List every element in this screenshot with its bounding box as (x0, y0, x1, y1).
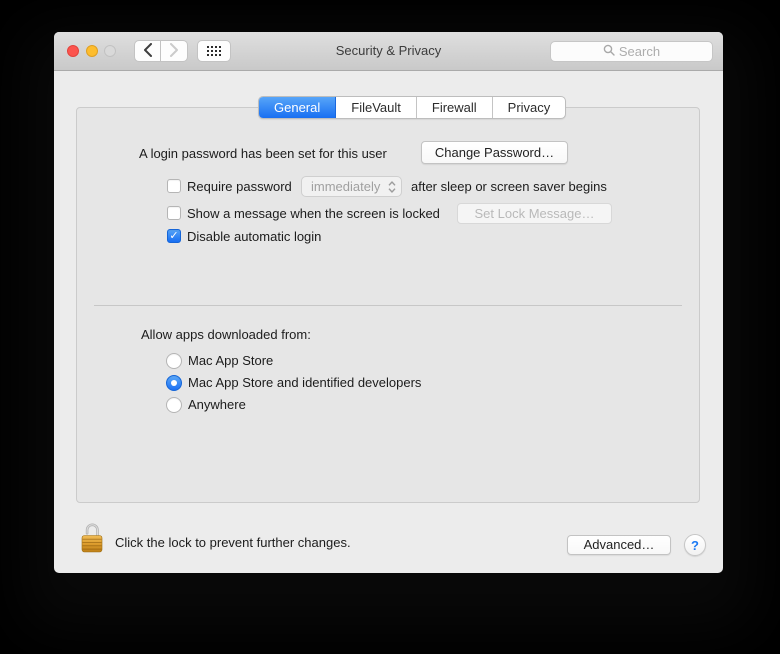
disable-auto-login-label[interactable]: Disable automatic login (187, 226, 321, 247)
require-password-row: Require password immediately after sleep… (77, 176, 699, 197)
close-button[interactable] (67, 45, 79, 57)
chevron-left-icon (143, 42, 153, 60)
sleep-delay-popup[interactable]: immediately (301, 176, 402, 197)
set-lock-message-button[interactable]: Set Lock Message… (457, 203, 612, 224)
password-status-label: A login password has been set for this u… (139, 146, 387, 161)
help-button[interactable]: ? (684, 534, 706, 556)
radio-mac-app-store-label[interactable]: Mac App Store (188, 353, 273, 369)
radio-anywhere[interactable] (166, 397, 182, 413)
search-placeholder: Search (618, 44, 661, 59)
gatekeeper-option-row: Anywhere (77, 397, 699, 413)
gatekeeper-option-row: Mac App Store (77, 353, 699, 369)
radio-anywhere-label[interactable]: Anywhere (188, 397, 246, 413)
show-message-checkbox[interactable] (167, 206, 181, 220)
general-pane: A login password has been set for this u… (76, 107, 700, 503)
chevron-right-icon (169, 42, 179, 60)
title-bar: Security & Privacy Search (54, 32, 723, 71)
popup-chevrons-icon (388, 180, 396, 193)
security-privacy-window: Security & Privacy Search General FileVa… (54, 32, 723, 573)
auto-login-row: ✓ Disable automatic login (77, 226, 699, 246)
radio-identified-developers[interactable] (166, 375, 182, 391)
nav-button-group (134, 40, 188, 62)
show-all-preferences-button[interactable] (197, 40, 231, 62)
disable-auto-login-checkbox[interactable]: ✓ (167, 229, 181, 243)
radio-mac-app-store[interactable] (166, 353, 182, 369)
require-password-label[interactable]: Require password (187, 176, 292, 197)
require-password-suffix-label: after sleep or screen saver begins (411, 179, 607, 194)
tab-privacy[interactable]: Privacy (493, 97, 566, 118)
grid-icon (207, 44, 221, 59)
gatekeeper-option-row: Mac App Store and identified developers (77, 375, 699, 391)
lock-hint-label: Click the lock to prevent further change… (115, 535, 351, 550)
back-button[interactable] (134, 40, 161, 62)
tab-general[interactable]: General (259, 97, 337, 118)
sleep-delay-value: immediately (311, 179, 381, 194)
section-divider (94, 305, 682, 306)
lock-message-row: Show a message when the screen is locked… (77, 203, 699, 224)
tab-bar: General FileVault Firewall Privacy (258, 96, 567, 119)
advanced-button[interactable]: Advanced… (567, 535, 671, 555)
checkmark-icon: ✓ (169, 230, 179, 242)
show-message-label[interactable]: Show a message when the screen is locked (187, 203, 440, 224)
radio-dot-icon (171, 380, 177, 386)
forward-button[interactable] (161, 40, 188, 62)
search-input[interactable]: Search (550, 41, 713, 62)
gatekeeper-heading: Allow apps downloaded from: (141, 327, 311, 342)
zoom-button-disabled[interactable] (104, 45, 116, 57)
tab-filevault[interactable]: FileVault (336, 97, 417, 118)
unlocked-lock-icon[interactable] (80, 522, 104, 556)
search-icon (603, 44, 615, 59)
change-password-button[interactable]: Change Password… (421, 141, 568, 164)
minimize-button[interactable] (86, 45, 98, 57)
require-password-checkbox[interactable] (167, 179, 181, 193)
tab-firewall[interactable]: Firewall (417, 97, 493, 118)
radio-identified-developers-label[interactable]: Mac App Store and identified developers (188, 375, 421, 391)
